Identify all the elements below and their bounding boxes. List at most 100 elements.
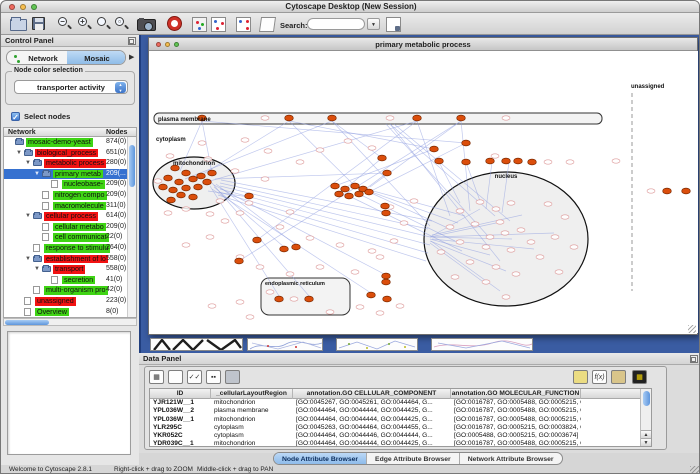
layout-network-icon-1[interactable]: [211, 17, 226, 32]
network-node[interactable]: [351, 183, 360, 189]
tree-item[interactable]: unassigned223(0): [4, 296, 136, 307]
tree-expander-icon[interactable]: ▼: [34, 264, 40, 275]
tab-node-attribute-browser[interactable]: Node Attribute Browser: [274, 453, 367, 465]
view-resize-grip[interactable]: [688, 325, 696, 333]
network-node[interactable]: [335, 191, 344, 197]
tree-item[interactable]: response to stimulu264(0): [4, 243, 136, 254]
network-window-titlebar[interactable]: primary metabolic process: [149, 38, 697, 51]
network-node[interactable]: [383, 296, 392, 302]
tree-item[interactable]: ▼primary metab209(...: [4, 169, 136, 180]
table-column-header[interactable]: annotation.GO CELLULAR_COMPONENT: [293, 389, 451, 399]
tab-mosaic[interactable]: Mosaic: [67, 51, 126, 64]
tree-expander-icon[interactable]: ▼: [25, 211, 31, 222]
tree-item[interactable]: Overview8(0): [4, 307, 136, 318]
network-node[interactable]: [159, 184, 168, 190]
snapshot-icon[interactable]: [137, 19, 156, 31]
float-panel-icon[interactable]: [690, 355, 698, 363]
zoom-out-icon[interactable]: −: [57, 16, 73, 32]
table-row[interactable]: YPL036W__1mitochondrion[GO:0044464, GO:0…: [150, 416, 651, 424]
network-node[interactable]: [235, 258, 244, 264]
network-node[interactable]: [280, 246, 289, 252]
zoom-in-icon[interactable]: +: [77, 16, 93, 32]
table-row[interactable]: YPL036W__2plasma membrane[GO:0044464, GO…: [150, 407, 651, 415]
network-node[interactable]: [382, 210, 391, 216]
import-table-icon[interactable]: [611, 370, 626, 384]
tree-expander-icon[interactable]: ▼: [16, 148, 22, 159]
help-icon[interactable]: [168, 17, 181, 30]
tree-item[interactable]: ▼establishment of lo558(0): [4, 254, 136, 265]
table-row[interactable]: YLR295Ccytoplasm[GO:0045263, GO:0044464,…: [150, 424, 651, 432]
view-close-button[interactable]: [156, 42, 161, 47]
window-resize-grip[interactable]: [690, 466, 699, 474]
tree-item[interactable]: multi-organism pro42(0): [4, 285, 136, 296]
network-node[interactable]: [486, 158, 495, 164]
birdseye-view[interactable]: [7, 331, 131, 455]
network-node[interactable]: [413, 115, 422, 121]
tab-scroll-arrow[interactable]: ▶: [129, 53, 134, 61]
network-edge[interactable]: [185, 121, 332, 179]
background-window-fragment[interactable]: [336, 338, 418, 351]
network-node[interactable]: [435, 158, 444, 164]
network-edge[interactable]: [289, 121, 434, 149]
node-color-select[interactable]: transporter activity ▲▼: [14, 80, 128, 94]
background-window-fragment[interactable]: [431, 338, 533, 351]
network-node[interactable]: [345, 193, 354, 199]
tree-item[interactable]: nucleobase-209(0): [4, 179, 136, 190]
tree-item[interactable]: ▼metabolic process280(0): [4, 158, 136, 169]
network-node[interactable]: [383, 170, 392, 176]
tree-item[interactable]: secretion41(0): [4, 275, 136, 286]
network-node[interactable]: [382, 273, 391, 279]
table-row[interactable]: YDR039C__1mitochondrion[GO:0044464, GO:0…: [150, 440, 651, 447]
search-options-button[interactable]: ▼: [367, 18, 380, 30]
float-panel-icon[interactable]: [128, 37, 136, 45]
notes-icon[interactable]: [573, 370, 588, 384]
table-column-header[interactable]: _cellularLayoutRegion: [211, 389, 293, 399]
table-column-header[interactable]: ID: [150, 389, 211, 399]
heatmap-icon[interactable]: ▦: [632, 370, 647, 384]
network-node[interactable]: [663, 188, 672, 194]
zoom-selected-icon[interactable]: [96, 16, 112, 32]
tab-edge-attribute-browser[interactable]: Edge Attribute Browser: [367, 453, 460, 465]
network-node[interactable]: [189, 194, 198, 200]
table-row[interactable]: YJR121W__1mitochondrion[GO:0045267, GO:0…: [150, 399, 651, 407]
table-row[interactable]: YKR052Ccytoplasm[GO:0044464, GO:0044446,…: [150, 432, 651, 440]
network-edge[interactable]: [335, 149, 434, 186]
formula-builder-icon[interactable]: f(x): [592, 370, 607, 384]
view-zoom-button[interactable]: [174, 42, 179, 47]
open-file-icon[interactable]: [10, 19, 27, 31]
network-node[interactable]: [502, 158, 511, 164]
network-node[interactable]: [275, 296, 284, 302]
select-nodes-checkbox[interactable]: ✓: [11, 112, 20, 121]
tree-item[interactable]: ▼biological_process651(0): [4, 148, 136, 159]
network-node[interactable]: [285, 115, 294, 121]
layout-network-icon-2[interactable]: [236, 17, 251, 32]
network-canvas[interactable]: plasma membranecytoplasmmitochondrionnuc…: [150, 51, 698, 333]
select-attributes-icon[interactable]: ▦: [149, 370, 164, 384]
scroll-up-arrow[interactable]: ▲: [641, 430, 651, 438]
network-node[interactable]: [430, 146, 439, 152]
new-attribute-icon[interactable]: [168, 370, 183, 384]
network-node[interactable]: [381, 203, 390, 209]
vizmapper-icon[interactable]: [192, 17, 207, 32]
network-node[interactable]: [292, 244, 301, 250]
network-node[interactable]: [305, 296, 314, 302]
network-node[interactable]: [175, 179, 184, 185]
tree-horizontal-scrollbar[interactable]: [3, 318, 137, 326]
tree-item[interactable]: nitrogen compo209(0): [4, 190, 136, 201]
tree-expander-icon[interactable]: ▼: [25, 158, 31, 169]
title-bar[interactable]: Cytoscape Desktop (New Session): [1, 1, 700, 13]
network-node[interactable]: [197, 173, 206, 179]
network-node[interactable]: [514, 158, 523, 164]
tree-expander-icon[interactable]: ▼: [25, 254, 31, 265]
network-node[interactable]: [528, 159, 537, 165]
network-node[interactable]: [177, 192, 186, 198]
import-attributes-icon[interactable]: [386, 17, 401, 32]
table-column-header[interactable]: annotation.GO MOLECULAR_FUNCTION: [451, 389, 581, 399]
network-node[interactable]: [462, 140, 471, 146]
network-node[interactable]: [208, 170, 217, 176]
network-node[interactable]: [169, 187, 178, 193]
network-node[interactable]: [365, 189, 374, 195]
network-node[interactable]: [189, 176, 198, 182]
network-node[interactable]: [382, 279, 391, 285]
tree-item[interactable]: ▼cellular process614(0): [4, 211, 136, 222]
